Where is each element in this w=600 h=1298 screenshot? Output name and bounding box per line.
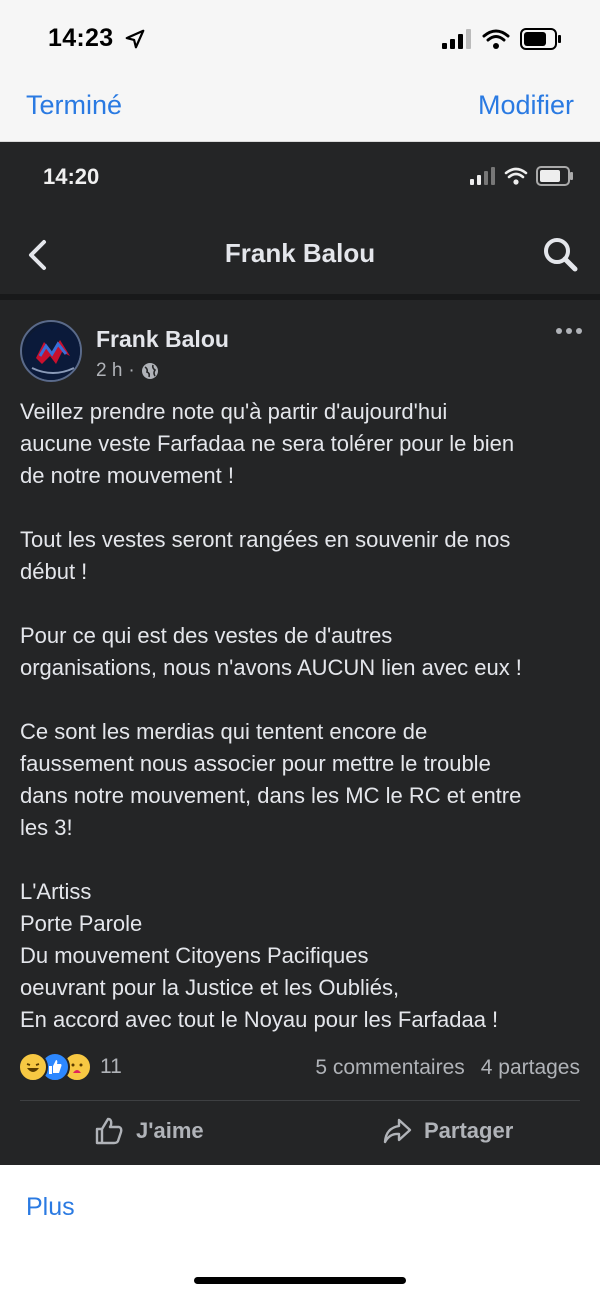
shares-count[interactable]: 4 partages xyxy=(481,1056,580,1080)
inner-clock: 14:20 xyxy=(43,164,100,189)
post-line: Ce sont les merdias qui tentent encore d… xyxy=(20,719,428,744)
post-card: Frank Balou 2 h · Veillez prendre note q… xyxy=(0,300,600,1165)
comments-count[interactable]: 5 commentaires xyxy=(315,1056,464,1080)
post-line: dans notre mouvement, dans les MC le RC … xyxy=(20,783,522,808)
battery-icon xyxy=(520,28,561,50)
share-label: Partager xyxy=(424,1118,514,1143)
wifi-icon xyxy=(504,167,528,185)
post-line: L'Artiss xyxy=(20,879,92,904)
reaction-count: 11 xyxy=(100,1055,122,1078)
post-line: début ! xyxy=(20,559,88,584)
avatar[interactable] xyxy=(20,320,82,382)
post-line: Porte Parole xyxy=(20,911,143,936)
signal-bars-icon xyxy=(442,29,471,49)
post-line: organisations, nous n'avons AUCUN lien a… xyxy=(20,655,522,680)
inner-status-bar: 14:20 xyxy=(0,142,600,212)
globe-icon xyxy=(141,363,158,379)
wifi-icon xyxy=(482,29,510,49)
post-line: oeuvrant pour la Justice et les Oubliés, xyxy=(20,975,400,1000)
more-button[interactable]: Plus xyxy=(26,1193,75,1222)
post-line: Pour ce qui est des vestes de d'autres xyxy=(20,623,393,648)
post-line: Du mouvement Citoyens Pacifiques xyxy=(20,943,369,968)
like-button[interactable]: J'aime xyxy=(94,1116,204,1146)
more-options-button[interactable] xyxy=(556,328,582,334)
post-paragraph: Veillez prendre note qu'à partir d'aujou… xyxy=(20,396,586,492)
reaction-summary[interactable]: 11 xyxy=(18,1052,122,1082)
more-horizontal-icon xyxy=(556,328,562,334)
home-indicator[interactable] xyxy=(194,1277,406,1284)
post-actions: J'aime Partager xyxy=(0,1102,600,1165)
engagement-counts: 5 commentaires 4 partages xyxy=(315,1056,580,1080)
post-line: de notre mouvement ! xyxy=(20,463,235,488)
post-time: 2 h xyxy=(96,360,123,381)
post-line: faussement nous associer pour mettre le … xyxy=(20,751,491,776)
post-line: les 3! xyxy=(20,815,73,840)
action-divider xyxy=(20,1100,580,1101)
thumbs-up-icon xyxy=(95,1117,123,1145)
post-line: Tout les vestes seront rangées en souven… xyxy=(20,527,511,552)
signal-bars-icon xyxy=(470,167,495,185)
ios-status-icons xyxy=(442,28,562,50)
post-paragraph: L'Artiss Porte Parole Du mouvement Citoyen… xyxy=(20,876,586,1036)
meta-separator: · xyxy=(128,360,135,381)
fb-header: Frank Balou xyxy=(0,220,600,296)
post-line: En accord avec tout le Noyau pour les Fa… xyxy=(20,1007,499,1032)
page-title: Frank Balou xyxy=(224,238,376,268)
viewer-nav-bar: Terminé Modifier xyxy=(0,80,600,142)
post-paragraph: Tout les vestes seront rangées en souven… xyxy=(20,524,586,588)
inner-status-icons xyxy=(470,166,574,186)
ios-status-bar: 14:23 xyxy=(0,0,600,80)
viewer-toolbar: Plus xyxy=(0,1165,600,1298)
location-arrow-icon xyxy=(125,29,145,49)
post-meta: 2 h · xyxy=(96,360,159,382)
screenshot-image: 14:20 Frank Balou Frank Balou 2 h · Veil… xyxy=(0,142,600,1165)
edit-button[interactable]: Modifier xyxy=(478,90,574,121)
post-line: aucune veste Farfadaa ne sera tolérer po… xyxy=(20,431,515,456)
haha-reaction-icon xyxy=(18,1052,48,1082)
post-paragraph: Pour ce qui est des vestes de d'autres or… xyxy=(20,620,586,684)
post-line: Veillez prendre note qu'à partir d'aujou… xyxy=(20,399,448,424)
like-label: J'aime xyxy=(136,1118,204,1143)
post-author[interactable]: Frank Balou xyxy=(96,326,229,353)
done-button[interactable]: Terminé xyxy=(26,90,122,121)
search-icon[interactable] xyxy=(540,234,580,274)
post-text: Veillez prendre note qu'à partir d'aujou… xyxy=(20,396,586,1036)
post-paragraph: Ce sont les merdias qui tentent encore d… xyxy=(20,716,586,844)
ios-clock: 14:23 xyxy=(48,24,114,52)
battery-icon xyxy=(536,166,573,186)
avatar-logo-icon xyxy=(24,324,80,380)
share-button[interactable]: Partager xyxy=(382,1116,513,1146)
share-arrow-icon xyxy=(383,1118,412,1144)
